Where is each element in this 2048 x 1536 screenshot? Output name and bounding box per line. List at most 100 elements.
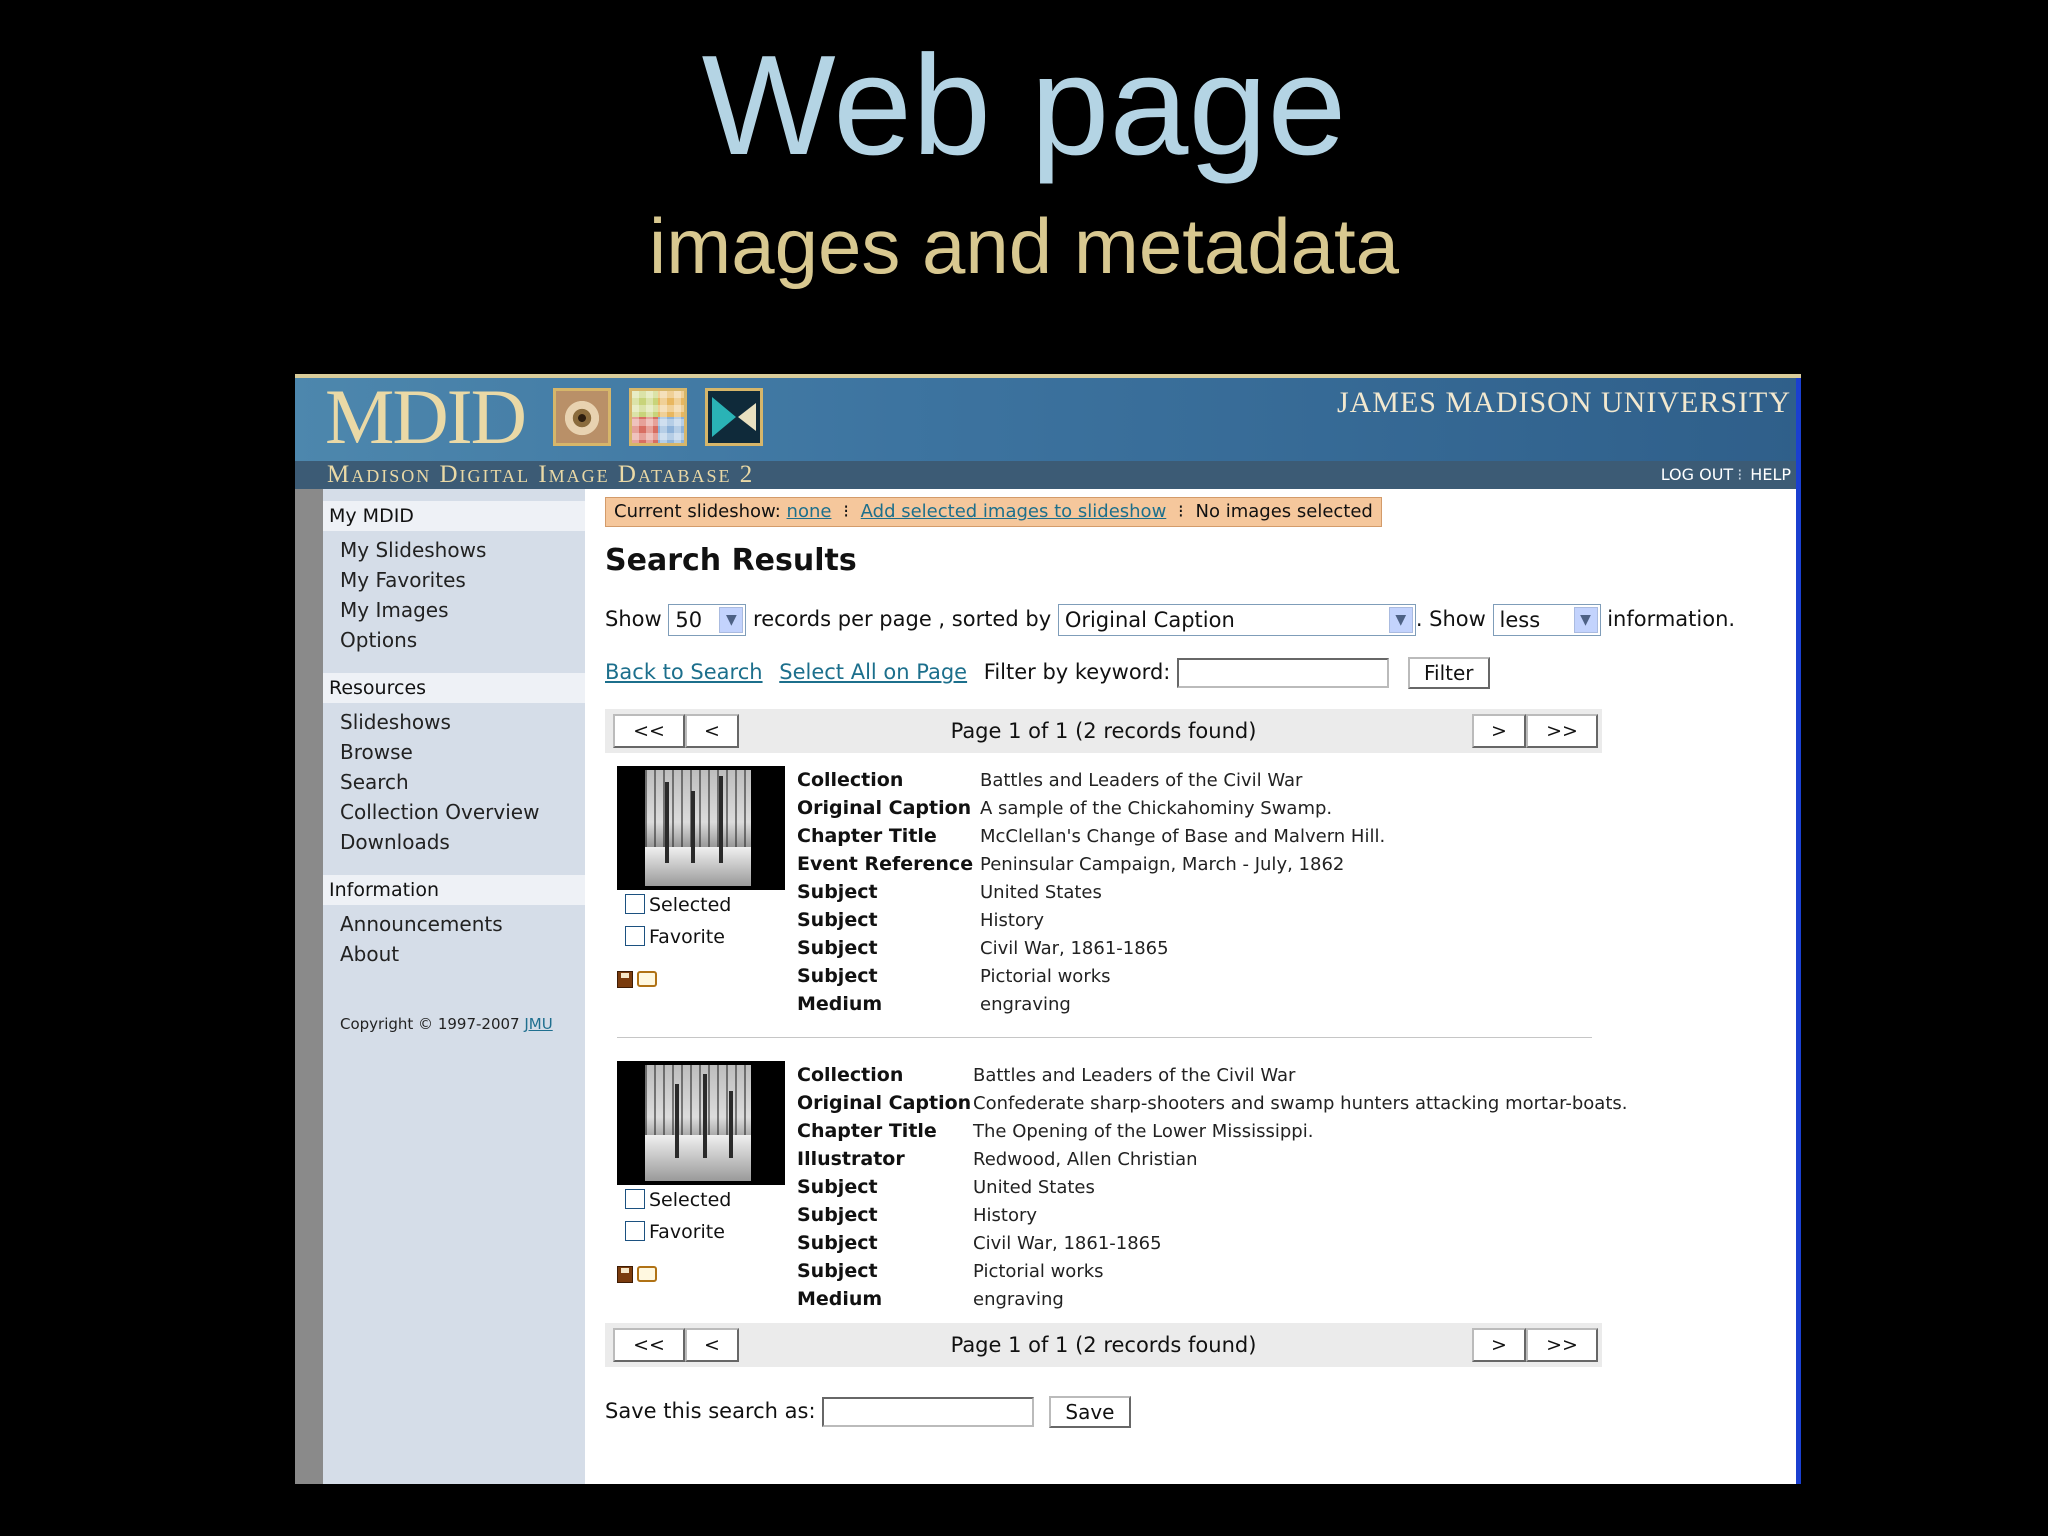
chevron-down-icon[interactable]: ▼ [1573,607,1598,633]
university-name[interactable]: JAMES MADISON UNIVERSITY [1337,386,1791,420]
save-search-label: Save this search as: [605,1399,816,1423]
field-value: United States [980,882,1102,903]
search-actions: Back to Search Select All on Page Filter… [605,655,1490,689]
record-metadata: Collection Battles and Leaders of the Civ… [797,766,1385,1018]
record-thumbnail[interactable] [617,766,785,890]
favorite-label: Favorite [649,1221,725,1243]
field-value: engraving [980,994,1071,1015]
pager-status: Page 1 of 1 (2 records found) [950,1333,1257,1357]
selected-checkbox[interactable]: Selected [625,894,731,916]
field-key: Chapter Title [797,825,937,847]
favorite-checkbox[interactable]: Favorite [625,1221,725,1243]
save-disk-icon[interactable] [617,970,633,988]
left-gutter [295,489,323,1484]
checkbox-box[interactable] [625,1221,645,1241]
select-all-link[interactable]: Select All on Page [779,660,967,684]
save-search-row: Save this search as: Save [605,1393,1131,1429]
sidebar: My MDID My Slideshows My Favorites My Im… [323,489,585,1484]
sidebar-item-my-favorites[interactable]: My Favorites [323,565,585,595]
sidebar-item-options[interactable]: Options [323,625,585,655]
field-value: Civil War, 1861-1865 [973,1233,1162,1254]
copyright-notice: Copyright © 1997-2007 JMU [323,975,585,1033]
sidebar-item-downloads[interactable]: Downloads [323,827,585,857]
sidebar-item-about[interactable]: About [323,939,585,969]
current-slideshow-link[interactable]: none [787,501,832,522]
next-page-button[interactable]: > [1472,1328,1526,1362]
record-thumbnail[interactable] [617,1061,785,1185]
selected-checkbox[interactable]: Selected [625,1189,731,1211]
show-label: Show [605,607,662,631]
checkbox-box[interactable] [625,926,645,946]
field-value: Peninsular Campaign, March - July, 1862 [980,854,1345,875]
records-per-page-select[interactable]: 50 ▼ [668,604,747,636]
sidebar-item-announcements[interactable]: Announcements [323,909,585,939]
field-value: Redwood, Allen Christian [973,1149,1198,1170]
show-label-2: . Show [1415,607,1486,631]
save-disk-icon[interactable] [617,1265,633,1283]
sidebar-item-browse[interactable]: Browse [323,737,585,767]
sidebar-item-search[interactable]: Search [323,767,585,797]
logout-link[interactable]: LOG OUT [1661,465,1734,484]
field-key: Medium [797,1288,883,1310]
records-per-page-label: records per page , sorted by [753,607,1052,631]
field-value: Civil War, 1861-1865 [980,938,1169,959]
selected-label: Selected [649,1189,732,1211]
sidebar-heading-resources: Resources [323,673,585,703]
record-actions [617,968,657,989]
prev-page-button[interactable]: < [685,1328,739,1362]
favorite-checkbox[interactable]: Favorite [625,926,725,948]
checkbox-box[interactable] [625,894,645,914]
abstract-image-icon [705,388,763,446]
filter-button[interactable]: Filter [1407,657,1490,689]
slide-subtitle: images and metadata [648,202,1400,290]
field-value: The Opening of the Lower Mississippi. [973,1121,1314,1142]
jmu-link[interactable]: JMU [524,1015,552,1033]
eye-image-icon [553,388,611,446]
chevron-down-icon[interactable]: ▼ [719,607,744,633]
filter-keyword-input[interactable] [1177,658,1390,688]
pager-bottom: Page 1 of 1 (2 records found) << < > >> [605,1323,1602,1367]
field-value: A sample of the Chickahominy Swamp. [980,798,1333,819]
copyright-text: Copyright © 1997-2007 [340,1015,520,1033]
chevron-down-icon[interactable]: ▼ [1388,607,1413,633]
information-label: information. [1607,607,1736,631]
field-value: McClellan's Change of Base and Malvern H… [980,826,1386,847]
add-to-slideshow-link[interactable]: Add selected images to slideshow [861,501,1167,522]
selection-status: No images selected [1195,501,1373,522]
information-level-select[interactable]: less ▼ [1492,604,1601,636]
comment-icon[interactable] [637,1266,657,1282]
next-page-button[interactable]: > [1472,714,1526,748]
information-level-value: less [1499,608,1541,632]
help-link[interactable]: HELP [1750,465,1791,484]
field-value: Battles and Leaders of the Civil War [973,1065,1296,1086]
prev-page-button[interactable]: < [685,714,739,748]
field-key: Original Caption [797,797,972,819]
field-key: Subject [797,1176,878,1198]
sort-by-select[interactable]: Original Caption ▼ [1057,604,1416,636]
field-key: Chapter Title [797,1120,937,1142]
save-search-input[interactable] [822,1397,1035,1427]
browser-screenshot: MDID JAMES MADISON UNIVERSITY Madison Di… [295,374,1801,1484]
field-key: Event Reference [797,853,974,875]
first-page-button[interactable]: << [613,714,685,748]
last-page-button[interactable]: >> [1526,1328,1598,1362]
field-value: Pictorial works [973,1261,1104,1282]
display-controls: Show 50 ▼ records per page , sorted by Or… [605,601,1735,637]
window-edge [1796,378,1801,1484]
sidebar-heading-my-mdid[interactable]: My MDID [323,501,585,531]
sidebar-item-my-slideshows[interactable]: My Slideshows [323,535,585,565]
sidebar-item-my-images[interactable]: My Images [323,595,585,625]
save-button[interactable]: Save [1048,1396,1131,1428]
comment-icon[interactable] [637,971,657,987]
field-value: engraving [973,1289,1064,1310]
checkbox-box[interactable] [625,1189,645,1209]
field-key: Subject [797,881,878,903]
current-slideshow-label: Current slideshow: [614,501,781,522]
last-page-button[interactable]: >> [1526,714,1598,748]
sidebar-item-slideshows[interactable]: Slideshows [323,707,585,737]
mdid-logo[interactable]: MDID [325,378,527,456]
first-page-button[interactable]: << [613,1328,685,1362]
field-value: United States [973,1177,1095,1198]
sidebar-item-collection-overview[interactable]: Collection Overview [323,797,585,827]
back-to-search-link[interactable]: Back to Search [605,660,763,684]
